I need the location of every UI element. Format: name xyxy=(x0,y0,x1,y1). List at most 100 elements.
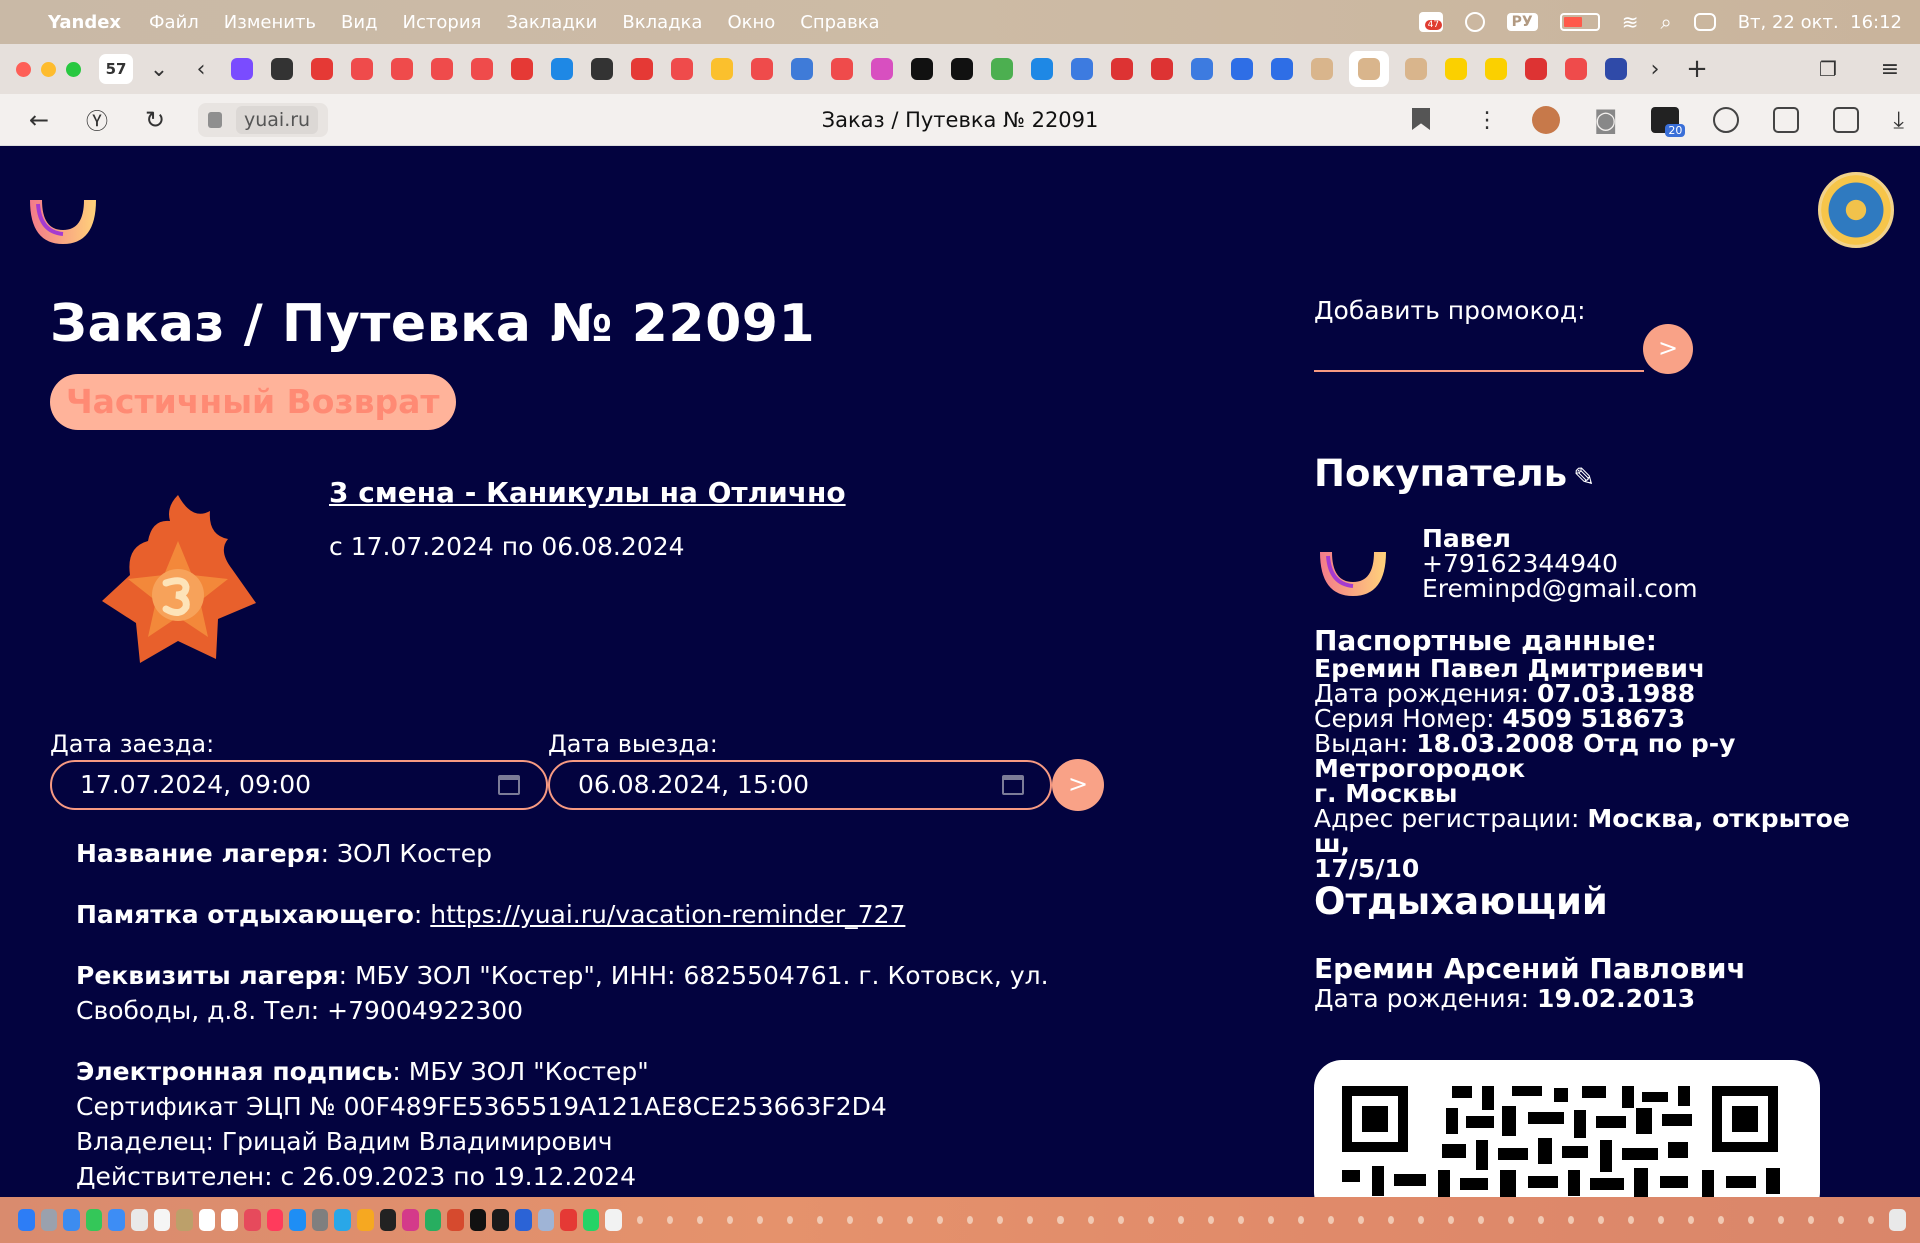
dock-minimized-window-icon[interactable] xyxy=(1447,1216,1454,1224)
wifi-icon[interactable]: ≋ xyxy=(1622,10,1639,34)
dock-minimized-window-icon[interactable] xyxy=(1417,1216,1424,1224)
calendar-icon[interactable] xyxy=(498,775,520,795)
tab-favicon-doc-icon[interactable] xyxy=(1269,56,1295,82)
dock-minimized-window-icon[interactable] xyxy=(1267,1216,1274,1224)
dock-app-icon[interactable] xyxy=(130,1209,148,1231)
dock-minimized-window-icon[interactable] xyxy=(1658,1216,1665,1224)
dock-app-icon[interactable] xyxy=(198,1209,216,1231)
dock-minimized-window-icon[interactable] xyxy=(667,1216,674,1224)
tab-favicon-grid-icon[interactable] xyxy=(989,56,1015,82)
dock-minimized-window-icon[interactable] xyxy=(1568,1216,1575,1224)
menu-file[interactable]: Файл xyxy=(149,12,199,33)
tab-favicon-doc-icon[interactable] xyxy=(1229,56,1255,82)
dock-minimized-window-icon[interactable] xyxy=(1147,1216,1154,1224)
menu-view[interactable]: Вид xyxy=(341,12,378,33)
minimize-window-button[interactable] xyxy=(41,61,56,77)
battery-icon[interactable] xyxy=(1559,13,1600,31)
bookmark-icon[interactable] xyxy=(1412,108,1430,130)
dock-minimized-window-icon[interactable] xyxy=(1357,1216,1364,1224)
dock-app-icon[interactable] xyxy=(379,1209,397,1231)
more-options-icon[interactable]: ⋮ xyxy=(1476,108,1498,133)
back-button[interactable]: ← xyxy=(20,106,58,134)
browser-menu-icon[interactable]: ≡ xyxy=(1876,57,1904,82)
close-window-button[interactable] xyxy=(16,61,31,77)
dock-minimized-window-icon[interactable] xyxy=(1507,1216,1514,1224)
tab-favicon-puzzle-icon[interactable] xyxy=(589,56,615,82)
dock-app-icon[interactable] xyxy=(447,1209,464,1231)
dock-minimized-window-icon[interactable] xyxy=(907,1216,914,1224)
new-tab-button[interactable]: + xyxy=(1683,54,1711,84)
dock-minimized-window-icon[interactable] xyxy=(1087,1216,1094,1224)
dock-minimized-window-icon[interactable] xyxy=(1537,1216,1544,1224)
dock-app-icon[interactable] xyxy=(515,1209,532,1231)
dock-minimized-window-icon[interactable] xyxy=(1027,1216,1034,1224)
dock-minimized-window-icon[interactable] xyxy=(967,1216,974,1224)
tab-favicon-Я-icon[interactable] xyxy=(829,56,855,82)
scroll-tabs-right-icon[interactable]: › xyxy=(1641,57,1669,82)
dock-minimized-window-icon[interactable] xyxy=(817,1216,824,1224)
dock-minimized-window-icon[interactable] xyxy=(1748,1216,1755,1224)
dock-app-icon[interactable] xyxy=(537,1209,555,1231)
dock-minimized-window-icon[interactable] xyxy=(1057,1216,1064,1224)
tab-favicon-Я-icon[interactable] xyxy=(749,56,775,82)
dock-minimized-window-icon[interactable] xyxy=(637,1216,644,1224)
checkin-date-input[interactable]: 17.07.2024, 09:00 xyxy=(50,760,548,810)
tab-favicon-mail-icon[interactable] xyxy=(1069,56,1095,82)
dock-minimized-window-icon[interactable] xyxy=(847,1216,854,1224)
dock-minimized-window-icon[interactable] xyxy=(1237,1216,1244,1224)
picture-in-picture-icon[interactable] xyxy=(1773,107,1800,133)
reload-button[interactable]: ↻ xyxy=(136,106,174,134)
dock-minimized-window-icon[interactable] xyxy=(937,1216,944,1224)
chevron-down-icon[interactable]: ⌄ xyxy=(145,57,173,82)
tab-favicon-@-icon[interactable] xyxy=(1029,56,1055,82)
dock-minimized-window-icon[interactable] xyxy=(727,1216,734,1224)
dock-minimized-window-icon[interactable] xyxy=(1177,1216,1184,1224)
menubar-clock[interactable]: Вт, 22 окт. 16:12 xyxy=(1738,12,1902,33)
lock-icon[interactable] xyxy=(208,111,222,128)
scroll-tabs-left-icon[interactable]: ‹ xyxy=(187,57,215,82)
tab-favicon-Я-icon[interactable] xyxy=(429,56,455,82)
dock-minimized-window-icon[interactable] xyxy=(1477,1216,1484,1224)
url-domain[interactable]: yuai.ru xyxy=(236,105,319,134)
dock-app-icon[interactable] xyxy=(311,1209,329,1231)
tab-favicon-star-icon[interactable] xyxy=(949,56,975,82)
menu-tab[interactable]: Вкладка xyxy=(622,12,702,33)
trash-icon[interactable] xyxy=(1889,1209,1906,1231)
tab-count-button[interactable]: 57 xyxy=(99,54,133,84)
menu-help[interactable]: Справка xyxy=(800,12,879,33)
tab-favicon-smile-icon[interactable] xyxy=(1349,51,1389,87)
dock-app-icon[interactable] xyxy=(63,1209,80,1231)
tab-favicon-T-icon[interactable] xyxy=(1483,56,1509,82)
dock-minimized-window-icon[interactable] xyxy=(1778,1216,1785,1224)
tab-favicon-Y-icon[interactable] xyxy=(629,56,655,82)
shift-name-link[interactable]: 3 смена - Каникулы на Отлично xyxy=(329,476,846,509)
zoom-window-button[interactable] xyxy=(66,61,81,77)
dock-app-icon[interactable] xyxy=(402,1209,419,1231)
apply-dates-button[interactable]: > xyxy=(1052,759,1104,811)
calendar-icon[interactable] xyxy=(1002,775,1024,795)
menu-edit[interactable]: Изменить xyxy=(224,12,316,33)
dock-app-icon[interactable] xyxy=(243,1209,261,1231)
tab-favicon-Я-icon[interactable] xyxy=(669,56,695,82)
menu-window[interactable]: Окно xyxy=(727,12,775,33)
apply-promo-button[interactable]: > xyxy=(1643,324,1693,374)
tab-favicon-Я-icon[interactable] xyxy=(469,56,495,82)
dock-app-icon[interactable] xyxy=(18,1209,35,1231)
input-language-indicator[interactable]: РУ xyxy=(1506,13,1538,31)
extension-counter-icon[interactable]: 20 xyxy=(1651,107,1686,137)
dock-minimized-window-icon[interactable] xyxy=(1117,1216,1124,1224)
tab-favicon-ru-flag-icon[interactable] xyxy=(1149,56,1175,82)
dock-app-icon[interactable] xyxy=(221,1209,238,1231)
tab-favicon-alisa-icon[interactable] xyxy=(229,56,255,82)
dock-minimized-window-icon[interactable] xyxy=(997,1216,1004,1224)
notification-status-icon[interactable]: 47 xyxy=(1418,12,1443,32)
downloads-icon[interactable]: ⤓ xyxy=(1893,106,1904,134)
dock-minimized-window-icon[interactable] xyxy=(1688,1216,1695,1224)
tab-favicon-Я-icon[interactable] xyxy=(349,56,375,82)
tab-favicon-Y-icon[interactable] xyxy=(309,56,335,82)
checkin-date-value[interactable]: 17.07.2024, 09:00 xyxy=(80,770,311,799)
dock-app-icon[interactable] xyxy=(424,1209,442,1231)
tab-favicon-qr-icon[interactable] xyxy=(269,56,295,82)
spotlight-search-icon[interactable]: ⌕ xyxy=(1660,10,1671,34)
tab-favicon-smile-icon[interactable] xyxy=(1309,56,1335,82)
